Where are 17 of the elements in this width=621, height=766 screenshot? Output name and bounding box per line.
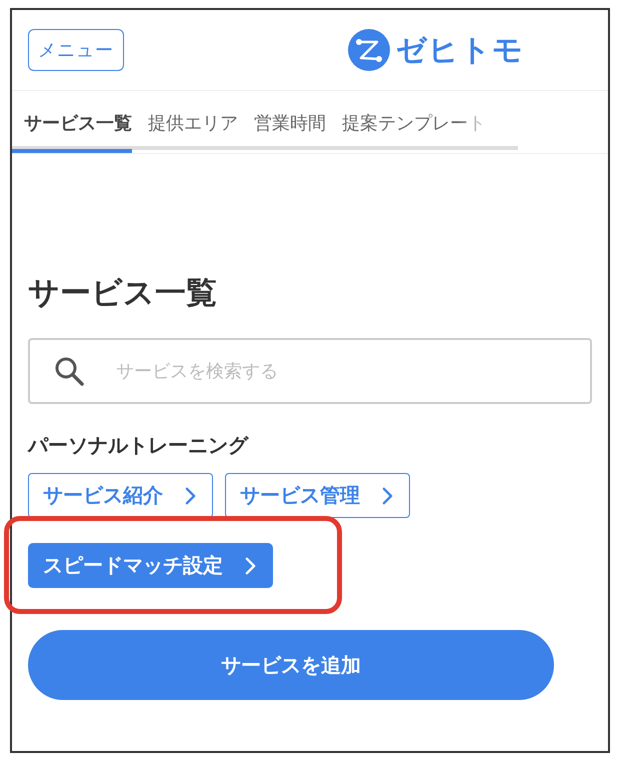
add-service-button[interactable]: サービスを追加 — [28, 630, 554, 700]
search-field[interactable]: サービスを検索する — [28, 338, 592, 404]
chevron-icon — [382, 486, 393, 504]
tab[interactable]: 営業時間 — [254, 111, 326, 153]
logo-text: ゼヒトモ — [396, 32, 524, 70]
section-heading: パーソナルトレーニング — [28, 432, 250, 459]
logo-icon — [348, 29, 390, 71]
service-link-button[interactable]: サービス管理 — [225, 473, 410, 518]
page-title: サービス一覧 — [28, 274, 218, 313]
menu-button[interactable]: メニュー — [28, 29, 124, 71]
speed-match-button[interactable]: スピードマッチ設定 — [28, 543, 273, 588]
tab[interactable]: 提供エリア — [148, 111, 238, 153]
tab[interactable]: サービス一覧 — [12, 111, 132, 153]
chevron-icon — [245, 556, 256, 574]
search-icon — [54, 356, 84, 386]
chevron-icon — [185, 486, 196, 504]
service-link-button[interactable]: サービス紹介 — [28, 473, 213, 518]
